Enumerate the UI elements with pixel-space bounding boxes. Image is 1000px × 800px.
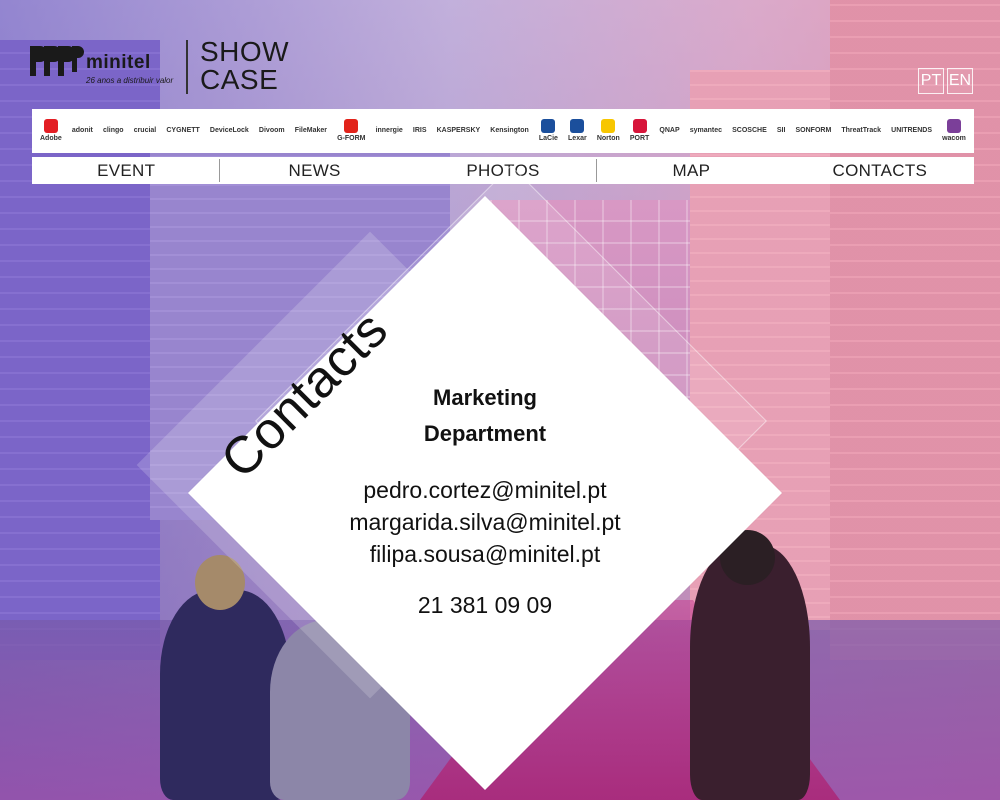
brand-logo-icon <box>632 119 647 133</box>
brand-logo[interactable]: G-FORM <box>337 119 365 143</box>
brand-logo[interactable]: ThreatTrack <box>841 127 881 135</box>
brand-logo[interactable]: PORT <box>630 119 649 143</box>
brand-logo[interactable]: adonit <box>72 127 93 135</box>
brand-logo-label: QNAP <box>659 127 680 134</box>
nav-news[interactable]: NEWS <box>220 157 408 184</box>
brand-logo[interactable]: UNITRENDS <box>891 127 932 135</box>
brand-logo[interactable]: clingo <box>103 127 124 135</box>
brand-logo-label: Adobe <box>40 135 62 142</box>
brand-logo-label: CYGNETT <box>166 127 200 134</box>
brand-logo-label: SONFORM <box>795 127 832 134</box>
email-link[interactable]: pedro.cortez@minitel.pt <box>320 474 650 506</box>
brand-logo[interactable]: Norton <box>597 119 620 143</box>
minitel-logo-icon <box>30 46 84 76</box>
brand-logo-label: SII <box>776 127 786 134</box>
brand-logo[interactable]: KASPERSKY <box>437 127 481 135</box>
brand-logo-label: IRIS <box>412 127 427 134</box>
showcase-line-2: CASE <box>200 64 279 95</box>
brand-logo[interactable]: Divoom <box>259 127 285 135</box>
email-link[interactable]: margarida.silva@minitel.pt <box>320 506 650 538</box>
header-divider <box>186 40 188 94</box>
language-switcher: PT EN <box>918 68 973 94</box>
brand-logo[interactable]: Lexar <box>568 119 587 143</box>
brand-logo-icon <box>344 119 359 133</box>
brand-logo-label: crucial <box>133 127 157 134</box>
email-link[interactable]: filipa.sousa@minitel.pt <box>320 538 650 570</box>
brand-logos-strip: Adobe adonit clingo crucial CYGNETT DeviceLoc… <box>32 109 974 153</box>
brand-logo-label: Lexar <box>568 135 587 142</box>
brand-logo[interactable]: symantec <box>690 127 722 135</box>
brand-logo[interactable]: SONFORM <box>796 127 832 135</box>
brand-logo-label: UNITRENDS <box>891 127 932 134</box>
brand-logo-label: adonit <box>71 127 93 134</box>
brand-logo[interactable]: SCOSCHE <box>732 127 767 135</box>
brand-logo-label: symantec <box>689 127 723 134</box>
brand-logo-label: clingo <box>102 127 124 134</box>
brand-logo-label: PORT <box>629 135 650 142</box>
brand-logo-label: FileMaker <box>294 127 327 134</box>
brand-logo-label: G-FORM <box>337 135 366 142</box>
nav-event[interactable]: EVENT <box>32 157 221 184</box>
brand-logo[interactable]: QNAP <box>659 127 679 135</box>
department-name-line-2: Department <box>423 421 547 446</box>
minitel-logo[interactable]: minitel 26 anos a distribuir valor <box>28 40 178 92</box>
brand-logo-label: ThreatTrack <box>841 127 882 134</box>
brand-name: minitel <box>86 52 151 73</box>
brand-logo[interactable]: IRIS <box>413 127 427 135</box>
brand-logo-label: SCOSCHE <box>732 127 767 134</box>
brand-logo-label: wacom <box>942 135 966 142</box>
brand-logo[interactable]: crucial <box>134 127 157 135</box>
brand-logo[interactable]: DeviceLock <box>210 127 249 135</box>
brand-logo[interactable]: Adobe <box>40 119 62 143</box>
brand-tagline: 26 anos a distribuir valor <box>86 76 174 85</box>
brand-logo[interactable]: CYGNETT <box>166 127 199 135</box>
brand-logo-label: Norton <box>596 135 620 142</box>
showcase-title: SHOW CASE <box>200 38 289 94</box>
brand-logo[interactable]: innergie <box>376 127 403 135</box>
language-pt-button[interactable]: PT <box>918 68 944 94</box>
brand-logo[interactable]: FileMaker <box>295 127 327 135</box>
brand-logo[interactable]: wacom <box>942 119 966 143</box>
showcase-line-1: SHOW <box>200 36 290 67</box>
brand-logo-icon <box>43 119 58 133</box>
nav-contacts[interactable]: CONTACTS <box>786 157 974 184</box>
brand-logo[interactable]: Kensington <box>490 127 529 135</box>
phone-number[interactable]: 21 381 09 09 <box>320 592 650 619</box>
brand-logo-icon <box>601 119 616 133</box>
building-right <box>830 0 1000 660</box>
brand-logo[interactable]: LaCie <box>539 119 558 143</box>
language-en-button[interactable]: EN <box>947 68 973 94</box>
brand-logo-label: DeviceLock <box>209 127 249 134</box>
contact-details: Marketing Department pedro.cortez@minite… <box>320 380 650 619</box>
email-list: pedro.cortez@minitel.pt margarida.silva@… <box>320 474 650 570</box>
brand-logo-label: innergie <box>375 127 403 134</box>
nav-map[interactable]: MAP <box>597 157 785 184</box>
brand-logo-label: Divoom <box>258 127 285 134</box>
brand-logo-icon <box>946 119 961 133</box>
brand-logo-label: LaCie <box>538 135 558 142</box>
brand-logo[interactable]: SII <box>777 127 786 135</box>
department-name-line-1: Marketing <box>433 385 537 410</box>
brand-logo-icon <box>570 119 585 133</box>
brand-logo-label: KASPERSKY <box>436 127 481 134</box>
brand-logo-icon <box>541 119 556 133</box>
brand-logo-label: Kensington <box>490 127 529 134</box>
